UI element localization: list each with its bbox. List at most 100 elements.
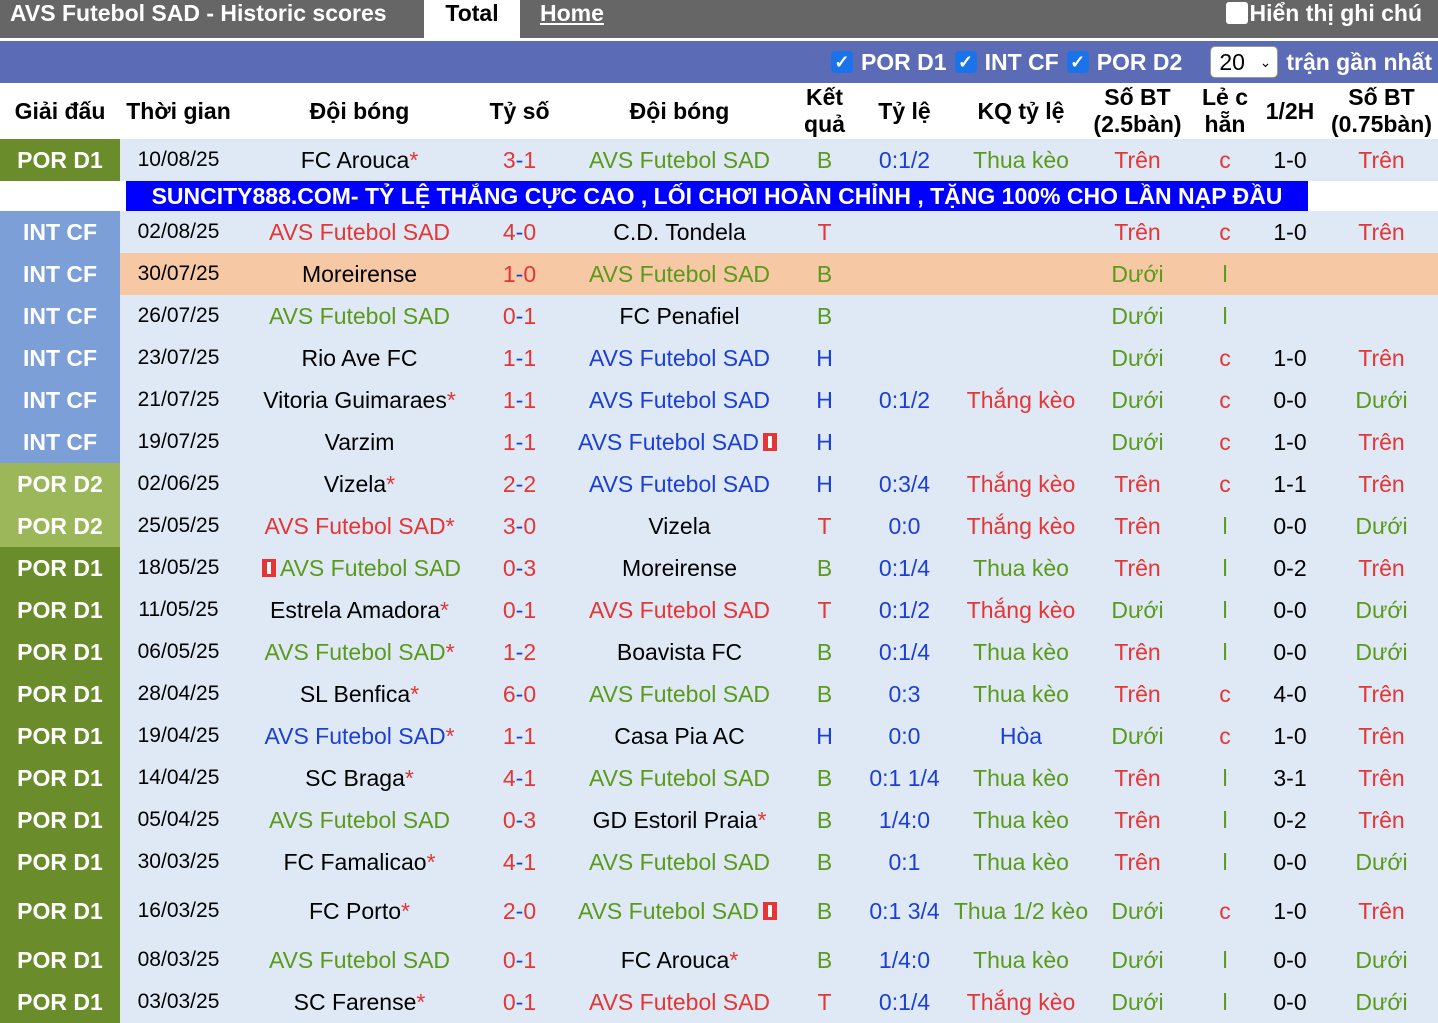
away-team[interactable]: AVS Futebol SAD xyxy=(557,253,802,295)
away-team[interactable]: AVS Futebol SAD xyxy=(557,421,802,463)
match-score[interactable]: 2-2 xyxy=(482,463,557,505)
league-badge[interactable]: POR D1 xyxy=(0,939,120,981)
odds-text: 0:1/4 xyxy=(878,988,931,1015)
away-team[interactable]: AVS Futebol SAD xyxy=(557,757,802,799)
match-score[interactable]: 1-0 xyxy=(482,253,557,295)
home-team[interactable]: Vizela * xyxy=(237,463,482,505)
checkmark-icon[interactable]: ✓ xyxy=(1066,51,1089,73)
league-badge[interactable]: POR D1 xyxy=(0,547,120,589)
away-team[interactable]: AVS Futebol SAD xyxy=(557,139,802,181)
league-badge[interactable]: POR D2 xyxy=(0,463,120,505)
away-team[interactable]: AVS Futebol SAD xyxy=(557,589,802,631)
home-team[interactable]: Rio Ave FC xyxy=(237,337,482,379)
filter-por-d1[interactable]: ✓ POR D1 xyxy=(830,49,947,76)
league-badge[interactable]: POR D1 xyxy=(0,589,120,631)
away-team[interactable]: Boavista FC xyxy=(557,631,802,673)
checkmark-icon[interactable]: ✓ xyxy=(954,51,977,73)
match-score[interactable]: 1-1 xyxy=(482,337,557,379)
league-badge[interactable]: POR D1 xyxy=(0,715,120,757)
goals-075: Trên xyxy=(1325,463,1438,505)
league-badge[interactable]: POR D1 xyxy=(0,883,120,939)
odd-even-text: c xyxy=(1219,722,1231,749)
home-team[interactable]: AVS Futebol SAD * xyxy=(237,505,482,547)
away-team[interactable]: Casa Pia AC xyxy=(557,715,802,757)
home-team[interactable]: Estrela Amadora * xyxy=(237,589,482,631)
odd-even: l xyxy=(1195,295,1255,337)
league-badge[interactable]: INT CF xyxy=(0,421,120,463)
away-team[interactable]: AVS Futebol SAD xyxy=(557,463,802,505)
match-score[interactable]: 4-0 xyxy=(482,211,557,253)
ad-banner-link[interactable]: SUNCITY888.COM- TỶ LỆ THẮNG CỰC CAO , LỐ… xyxy=(126,181,1308,211)
filter-int-cf[interactable]: ✓ INT CF xyxy=(954,49,1059,76)
home-team[interactable]: FC Porto * xyxy=(237,883,482,939)
home-team[interactable]: Varzim xyxy=(237,421,482,463)
checkmark-icon[interactable]: ✓ xyxy=(830,51,853,73)
match-score[interactable]: 4-1 xyxy=(482,757,557,799)
league-badge[interactable]: INT CF xyxy=(0,211,120,253)
match-score[interactable]: 3-1 xyxy=(482,139,557,181)
match-score[interactable]: 0-1 xyxy=(482,295,557,337)
away-team[interactable]: GD Estoril Praia * xyxy=(557,799,802,841)
match-count-select[interactable]: 20 ⌄ xyxy=(1210,46,1279,78)
filter-por-d2[interactable]: ✓ POR D2 xyxy=(1066,49,1182,76)
league-badge[interactable]: POR D1 xyxy=(0,673,120,715)
home-team[interactable]: SC Farense * xyxy=(237,981,482,1023)
header-result: Kết quả xyxy=(804,84,845,137)
league-badge[interactable]: INT CF xyxy=(0,253,120,295)
league-badge[interactable]: POR D1 xyxy=(0,757,120,799)
away-team[interactable]: AVS Futebol SAD xyxy=(557,337,802,379)
away-team[interactable]: C.D. Tondela xyxy=(557,211,802,253)
match-score[interactable]: 2-0 xyxy=(482,883,557,939)
league-badge[interactable]: INT CF xyxy=(0,337,120,379)
match-score[interactable]: 4-1 xyxy=(482,841,557,883)
away-team[interactable]: AVS Futebol SAD xyxy=(557,379,802,421)
away-team[interactable]: AVS Futebol SAD xyxy=(557,841,802,883)
home-team[interactable]: AVS Futebol SAD xyxy=(237,547,482,589)
tab-home[interactable]: Home xyxy=(540,0,604,26)
home-team[interactable]: AVS Futebol SAD * xyxy=(237,715,482,757)
league-badge[interactable]: POR D1 xyxy=(0,799,120,841)
league-badge[interactable]: INT CF xyxy=(0,295,120,337)
league-badge[interactable]: POR D2 xyxy=(0,505,120,547)
match-score[interactable]: 1-1 xyxy=(482,421,557,463)
home-team[interactable]: FC Arouca * xyxy=(237,139,482,181)
home-team[interactable]: Vitoria Guimaraes * xyxy=(237,379,482,421)
home-team[interactable]: AVS Futebol SAD * xyxy=(237,631,482,673)
match-score[interactable]: 1-2 xyxy=(482,631,557,673)
away-team[interactable]: Moreirense xyxy=(557,547,802,589)
home-team[interactable]: AVS Futebol SAD xyxy=(237,939,482,981)
match-score[interactable]: 1-1 xyxy=(482,715,557,757)
away-team[interactable]: FC Arouca * xyxy=(557,939,802,981)
match-score[interactable]: 0-1 xyxy=(482,939,557,981)
away-team[interactable]: FC Penafiel xyxy=(557,295,802,337)
match-score[interactable]: 0-3 xyxy=(482,799,557,841)
home-team[interactable]: Moreirense xyxy=(237,253,482,295)
match-score[interactable]: 0-1 xyxy=(482,981,557,1023)
odds-result xyxy=(962,337,1080,379)
home-team[interactable]: FC Famalicao * xyxy=(237,841,482,883)
match-score[interactable]: 6-0 xyxy=(482,673,557,715)
league-badge[interactable]: INT CF xyxy=(0,379,120,421)
away-team[interactable]: AVS Futebol SAD xyxy=(557,981,802,1023)
home-team[interactable]: AVS Futebol SAD xyxy=(237,295,482,337)
checkbox-icon[interactable] xyxy=(1225,2,1248,24)
match-score[interactable]: 3-0 xyxy=(482,505,557,547)
match-score[interactable]: 1-1 xyxy=(482,379,557,421)
away-team[interactable]: AVS Futebol SAD xyxy=(557,883,802,939)
show-notes-toggle[interactable]: Hiển thị ghi chú xyxy=(1225,0,1422,26)
away-team[interactable]: Vizela xyxy=(557,505,802,547)
home-team[interactable]: SC Braga * xyxy=(237,757,482,799)
home-team[interactable]: AVS Futebol SAD xyxy=(237,799,482,841)
tab-total[interactable]: Total xyxy=(424,0,520,38)
home-team[interactable]: SL Benfica * xyxy=(237,673,482,715)
league-badge[interactable]: POR D1 xyxy=(0,631,120,673)
match-score[interactable]: 0-1 xyxy=(482,589,557,631)
away-team[interactable]: AVS Futebol SAD xyxy=(557,673,802,715)
home-team[interactable]: AVS Futebol SAD xyxy=(237,211,482,253)
league-badge[interactable]: POR D1 xyxy=(0,139,120,181)
league-badge[interactable]: POR D1 xyxy=(0,981,120,1023)
league-badge[interactable]: POR D1 xyxy=(0,841,120,883)
match-score[interactable]: 0-3 xyxy=(482,547,557,589)
odd-even-text: l xyxy=(1222,946,1228,973)
match-result-text: T xyxy=(817,512,832,539)
